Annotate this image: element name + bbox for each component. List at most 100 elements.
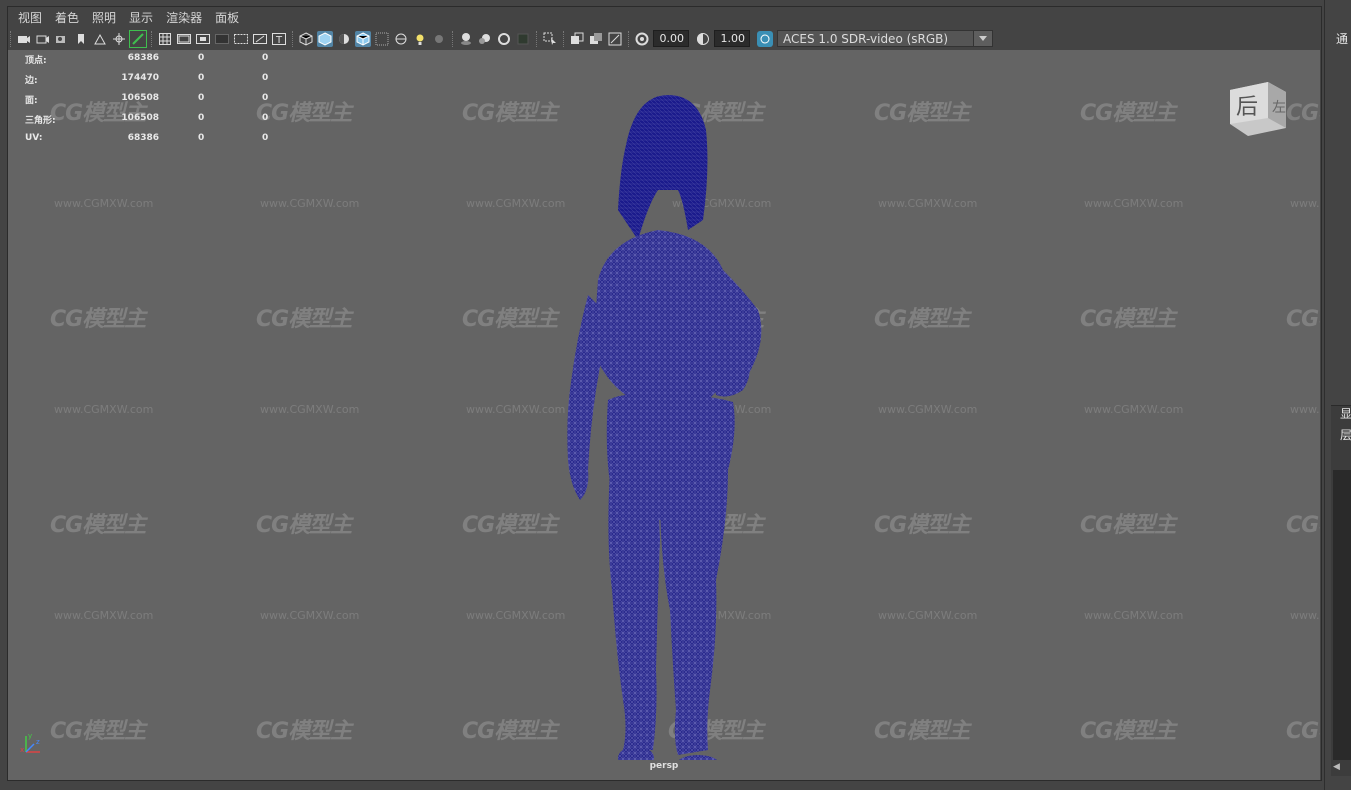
toolbar-separator [151,30,154,47]
watermark-url: www.CGMXW.com [260,609,360,622]
gate-mask-icon[interactable] [214,31,230,47]
shadows-icon[interactable] [431,31,447,47]
motion-blur-icon[interactable] [477,31,493,47]
smooth-shade-icon[interactable] [317,30,333,47]
hud-row-triangles: 三角形: 106508 0 0 [25,113,285,133]
menu-view[interactable]: 视图 [8,8,42,28]
poly-count-hud: 顶点: 68386 0 0 边: 174470 0 0 面: 106508 0 … [25,53,285,153]
toolbar-separator [10,30,13,47]
resolution-gate-icon[interactable] [195,31,211,47]
watermark-url: www.CGMXW.com [260,197,360,210]
xray-active-icon[interactable] [569,31,585,47]
camera-name-label: persp [649,761,679,771]
hud-value: 0 [262,53,269,63]
mesh-body [567,95,762,760]
view-cube[interactable]: 后 左 [1228,78,1288,138]
grease-pencil-icon[interactable] [129,29,147,48]
display-tab-label[interactable]: 显 [1340,405,1351,422]
camera-bookmark-icon[interactable] [54,31,70,47]
toolbar-separator [452,30,455,47]
watermark-url: www.CGMXW.com [54,609,154,622]
watermark-logo: CG模型主 [256,719,352,744]
hud-value: 0 [198,113,205,123]
maya-window: 视图 着色 照明 显示 渲染器 面板 T 0.00 1.00 ACES 1.0 … [0,0,1351,790]
toolbar-separator [628,30,631,47]
watermark-logo: CG模型主 [1080,719,1176,744]
character-wireframe-mesh[interactable] [548,90,808,760]
exposure-field[interactable]: 0.00 [653,30,689,47]
isolate-select-icon[interactable] [542,31,558,47]
gamma-icon[interactable] [695,31,711,47]
layers-menu-label[interactable]: 层 [1340,426,1351,443]
hud-row-faces: 面: 106508 0 0 [25,93,285,113]
wireframe-icon[interactable] [298,31,314,47]
pan-zoom-icon[interactable] [111,31,127,47]
watermark-logo: CG模型主 [1286,719,1320,744]
safe-title-icon[interactable]: T [271,31,287,47]
axis-x-label: x [20,746,24,754]
film-gate-icon[interactable] [176,31,192,47]
chevron-down-icon[interactable] [973,31,992,46]
menu-renderer[interactable]: 渲染器 [156,8,202,28]
scroll-left-icon[interactable]: ◀ [1333,762,1345,774]
use-lights-icon[interactable] [412,31,428,47]
axis-y-label: y [28,732,32,740]
watermark-url: www.CGMXW.com [1290,197,1320,210]
hud-icon[interactable] [588,31,604,47]
image-plane-icon[interactable] [92,31,108,47]
watermark-logo: CG模型主 [1286,307,1320,332]
perspective-viewport[interactable]: CG模型主 www.CGMXW.com CG模型主 www.CGMXW.com CG模型… [8,50,1320,780]
xray-icon[interactable] [374,31,390,47]
color-space-dropdown[interactable]: ACES 1.0 SDR-video (sRGB) [777,30,993,47]
color-management-icon[interactable] [757,30,773,47]
exposure-icon[interactable] [634,31,650,47]
axis-z-label: z [36,738,40,746]
hud-value: 0 [262,93,269,103]
depth-of-field-icon[interactable] [515,31,531,47]
watermark-logo: CG模型主 [256,513,352,538]
hud-value: 0 [262,73,269,83]
camera-icon[interactable] [16,31,32,47]
watermark-logo: CG模型主 [1080,307,1176,332]
watermark-logo: CG模型主 [1080,101,1176,126]
watermark-logo: CG模型主 [874,513,970,538]
gamma-field[interactable]: 1.00 [714,30,750,47]
wireframe-on-shaded-icon[interactable] [355,30,371,47]
watermark-logo: CG模型主 [462,719,558,744]
watermark-logo: CG模型主 [1286,513,1320,538]
panel-toolbar: T 0.00 1.00 ACES 1.0 SDR-video (sRGB) [8,28,1320,49]
layer-list[interactable] [1333,470,1351,760]
hud-row-uvs: UV: 68386 0 0 [25,133,285,153]
screen-space-ao-icon[interactable] [458,31,474,47]
hud-value: 0 [198,73,205,83]
hud-row-edges: 边: 174470 0 0 [25,73,285,93]
watermark-logo: CG模型主 [50,307,146,332]
watermark-logo: CG模型主 [1286,101,1320,126]
watermark-url: www.CGMXW.com [878,609,978,622]
menu-lighting[interactable]: 照明 [82,8,116,28]
side-panel-tab-label[interactable]: 通 [1336,30,1348,47]
bookmark-icon[interactable] [73,31,89,47]
color-space-value: ACES 1.0 SDR-video (sRGB) [783,32,949,46]
hud-value: 0 [198,53,205,63]
menu-shading[interactable]: 着色 [45,8,79,28]
watermark-logo: CG模型主 [462,101,558,126]
hud-label: 顶点: [25,56,47,66]
axis-gizmo: x y z [20,732,40,754]
hud-value: 68386 [127,53,159,63]
camera-attributes-icon[interactable] [35,31,51,47]
grid-icon[interactable] [157,31,173,47]
safe-action-icon[interactable] [252,31,268,47]
hud-value: 0 [262,113,269,123]
xray-joints-icon[interactable] [393,31,409,47]
watermark-url: www.CGMXW.com [260,403,360,416]
default-material-icon[interactable] [336,31,352,47]
hud-value: 0 [198,133,205,143]
heads-up-icon[interactable] [607,31,623,47]
anti-aliasing-icon[interactable] [496,31,512,47]
watermark-url: www.CGMXW.com [54,197,154,210]
field-chart-icon[interactable] [233,31,249,47]
menu-show[interactable]: 显示 [119,8,153,28]
menu-panels[interactable]: 面板 [205,8,239,28]
svg-text:T: T [275,35,283,45]
